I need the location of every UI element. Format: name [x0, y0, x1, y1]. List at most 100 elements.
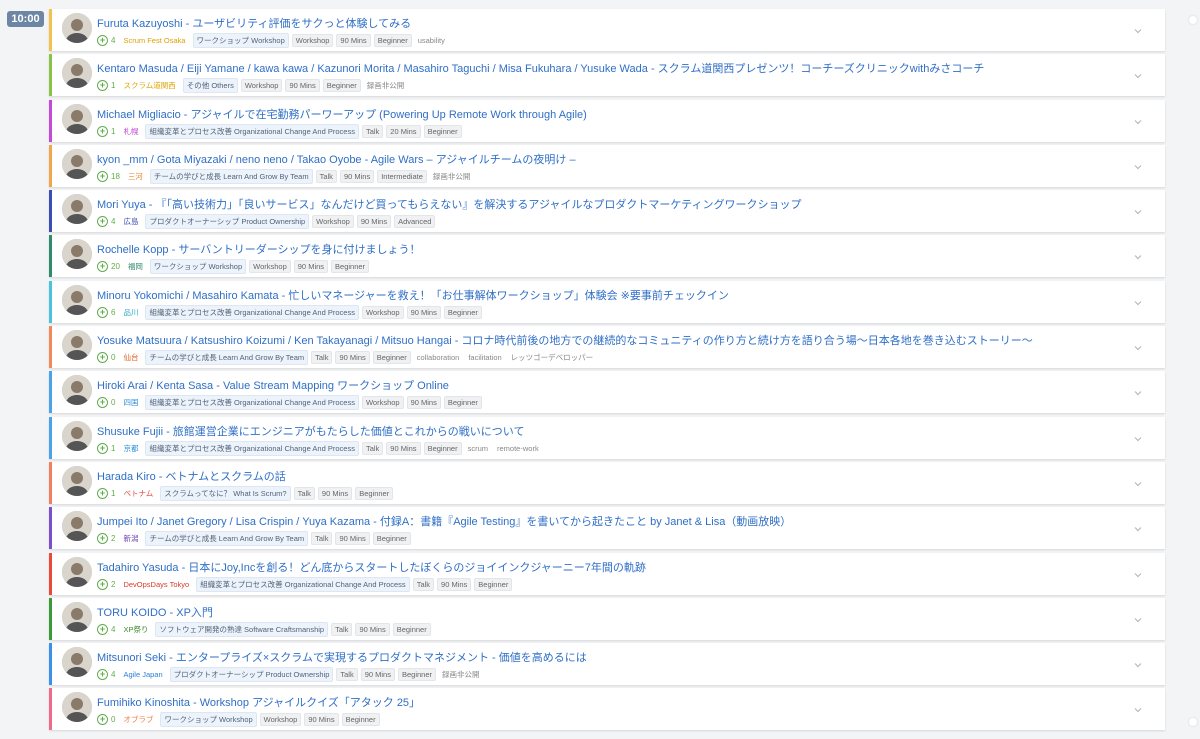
chevron-down-icon[interactable]: [1133, 657, 1143, 668]
session-title[interactable]: Furuta Kazuyoshi - ユーザビリティ評価をサクっと体験してみる: [97, 15, 1105, 31]
favorite-count: 4: [111, 217, 116, 227]
chevron-down-icon[interactable]: [1133, 521, 1143, 532]
session-tag: Beginner: [443, 396, 482, 410]
session-meta: +0 四国 組織変革とプロセス改善 Organizational Change An…: [97, 395, 482, 411]
session-title[interactable]: Jumpei Ito / Janet Gregory / Lisa Crispi…: [97, 513, 1105, 529]
add-to-favorite-icon[interactable]: +: [97, 623, 108, 635]
add-to-favorite-icon[interactable]: +: [97, 578, 108, 590]
add-to-favorite-icon[interactable]: +: [97, 669, 108, 681]
community-label: 仙台: [123, 353, 139, 363]
session-title[interactable]: Shusuke Fujii - 旅館運営企業にエンジニアがもたらした価値とこれか…: [97, 423, 1105, 439]
session-title[interactable]: Harada Kiro - ベトナムとスクラムの話: [97, 468, 1105, 484]
community-label: 広島: [123, 217, 139, 227]
avatar: [62, 647, 92, 678]
time-slot-badge: 10:00: [7, 11, 44, 27]
session-card[interactable]: TORU KOIDO - XP入門 +4 XP祭り ソフトウェア開発の熟達 Softw…: [49, 597, 1165, 640]
favorite-count: 4: [111, 670, 116, 680]
session-card[interactable]: Shusuke Fujii - 旅館運営企業にエンジニアがもたらした価値とこれか…: [49, 416, 1165, 459]
session-tag: 90 Mins: [285, 79, 320, 93]
avatar: [62, 556, 92, 587]
track-tag: ワークショップ Workshop: [160, 712, 257, 728]
chevron-down-icon[interactable]: [1133, 385, 1143, 396]
session-title[interactable]: Tadahiro Yasuda - 日本にJoy,Incを創る！どん底からスター…: [97, 559, 1105, 575]
session-tag: 録画非公開: [432, 171, 471, 181]
session-title[interactable]: Mori Yuya - 『「高い技術力」「良いサービス」なんだけど買ってもらえな…: [97, 196, 1105, 212]
chevron-down-icon[interactable]: [1133, 431, 1143, 442]
chevron-down-icon[interactable]: [1133, 702, 1143, 713]
session-title[interactable]: Yosuke Matsuura / Katsushiro Koizumi / K…: [97, 332, 1105, 348]
session-card[interactable]: Rochelle Kopp - サーバントリーダーシップを身に付けましょう！ +2…: [49, 235, 1165, 278]
session-card[interactable]: Harada Kiro - ベトナムとスクラムの話 +1 ベトナム スクラムってなに？…: [49, 461, 1165, 504]
session-card[interactable]: kyon _mm / Gota Miyazaki / neno neno / T…: [49, 144, 1165, 187]
session-tag: Beginner: [423, 441, 462, 455]
add-to-favorite-icon[interactable]: +: [97, 35, 108, 46]
add-to-favorite-icon[interactable]: +: [97, 80, 108, 92]
session-title[interactable]: Rochelle Kopp - サーバントリーダーシップを身に付けましょう！: [97, 241, 1105, 257]
session-title[interactable]: Kentaro Masuda / Eiji Yamane / kawa kawa…: [97, 60, 1105, 76]
add-to-favorite-icon[interactable]: +: [97, 442, 108, 454]
session-card[interactable]: Kentaro Masuda / Eiji Yamane / kawa kawa…: [49, 54, 1165, 97]
session-card[interactable]: Jumpei Ito / Janet Gregory / Lisa Crispi…: [49, 507, 1165, 550]
session-tag: Beginner: [331, 260, 370, 274]
chevron-down-icon[interactable]: [1133, 204, 1143, 215]
session-card[interactable]: Mitsunori Seki - エンタープライズ×スクラムで実現するプロダクト…: [49, 643, 1165, 686]
chevron-down-icon[interactable]: [1133, 249, 1143, 260]
community-label: 札幌: [123, 126, 139, 136]
favorite-count: 6: [111, 307, 116, 317]
session-card[interactable]: Yosuke Matsuura / Katsushiro Koizumi / K…: [49, 326, 1165, 369]
track-tag: プロダクトオーナーシップ Product Ownership: [169, 667, 334, 683]
community-label: 福岡: [127, 262, 143, 272]
session-title[interactable]: Minoru Yokomichi / Masahiro Kamata - 忙しい…: [97, 287, 1105, 303]
avatar: [62, 13, 92, 43]
add-to-favorite-icon[interactable]: +: [97, 533, 108, 545]
session-tag: Talk: [311, 532, 333, 546]
session-card[interactable]: Michael Migliacio - アジャイルで在宅勤務パーワーアップ (P…: [49, 99, 1165, 142]
add-to-favorite-icon[interactable]: +: [97, 714, 108, 726]
session-card[interactable]: Furuta Kazuyoshi - ユーザビリティ評価をサクっと体験してみる +…: [49, 9, 1165, 51]
session-list: Furuta Kazuyoshi - ユーザビリティ評価をサクっと体験してみる +…: [49, 9, 1165, 734]
track-tag: 組織変革とプロセス改善 Organizational Change And Pr…: [145, 440, 359, 456]
session-tag: Talk: [331, 622, 353, 636]
add-to-favorite-icon[interactable]: +: [97, 487, 108, 499]
add-to-favorite-icon[interactable]: +: [97, 170, 108, 182]
add-to-favorite-icon[interactable]: +: [97, 125, 108, 137]
session-card[interactable]: Minoru Yokomichi / Masahiro Kamata - 忙しい…: [49, 280, 1165, 323]
chevron-down-icon[interactable]: [1133, 476, 1143, 487]
session-card[interactable]: Mori Yuya - 『「高い技術力」「良いサービス」なんだけど買ってもらえな…: [49, 190, 1165, 233]
session-title[interactable]: Hiroki Arai / Kenta Sasa - Value Stream …: [97, 377, 1105, 393]
add-to-favorite-icon[interactable]: +: [97, 216, 108, 228]
add-to-favorite-icon[interactable]: +: [97, 397, 108, 409]
favorite-count: 4: [111, 36, 116, 45]
chevron-down-icon[interactable]: [1133, 340, 1143, 351]
add-to-favorite-icon[interactable]: +: [97, 352, 108, 364]
session-title[interactable]: Michael Migliacio - アジャイルで在宅勤務パーワーアップ (P…: [97, 106, 1105, 122]
avatar: [62, 194, 92, 225]
session-tag: Talk: [412, 577, 435, 591]
track-tag: チームの学びと成長 Learn And Grow By Team: [145, 531, 309, 547]
add-to-favorite-icon[interactable]: +: [97, 261, 108, 273]
session-meta: +0 オブラブ ワークショップ Workshop Workshop 90 Mins Beg…: [97, 712, 380, 728]
chevron-down-icon[interactable]: [1133, 23, 1143, 34]
scroll-indicator[interactable]: [1189, 718, 1197, 726]
session-card[interactable]: Fumihiko Kinoshita - Workshop アジャイルクイズ「ア…: [49, 688, 1165, 731]
chevron-down-icon[interactable]: [1133, 612, 1143, 623]
session-title[interactable]: TORU KOIDO - XP入門: [97, 604, 1105, 620]
session-tag: Beginner: [322, 79, 361, 93]
chevron-down-icon[interactable]: [1133, 567, 1143, 577]
session-title[interactable]: Fumihiko Kinoshita - Workshop アジャイルクイズ「ア…: [97, 694, 1105, 710]
add-to-favorite-icon[interactable]: +: [97, 306, 108, 318]
community-label: XP祭り: [123, 624, 149, 634]
session-tag: facilitation: [468, 353, 502, 363]
scroll-indicator[interactable]: [1189, 16, 1197, 24]
session-tag: Talk: [315, 169, 337, 183]
session-tag: Workshop: [361, 305, 404, 319]
session-tag: Talk: [311, 351, 333, 365]
session-card[interactable]: Tadahiro Yasuda - 日本にJoy,Incを創る！どん底からスター…: [49, 552, 1165, 595]
chevron-down-icon[interactable]: [1133, 68, 1143, 79]
session-card[interactable]: Hiroki Arai / Kenta Sasa - Value Stream …: [49, 371, 1165, 414]
chevron-down-icon[interactable]: [1133, 114, 1143, 124]
session-title[interactable]: kyon _mm / Gota Miyazaki / neno neno / T…: [97, 151, 1105, 167]
chevron-down-icon[interactable]: [1133, 295, 1143, 306]
chevron-down-icon[interactable]: [1133, 159, 1143, 170]
session-title[interactable]: Mitsunori Seki - エンタープライズ×スクラムで実現するプロダクト…: [97, 649, 1105, 665]
